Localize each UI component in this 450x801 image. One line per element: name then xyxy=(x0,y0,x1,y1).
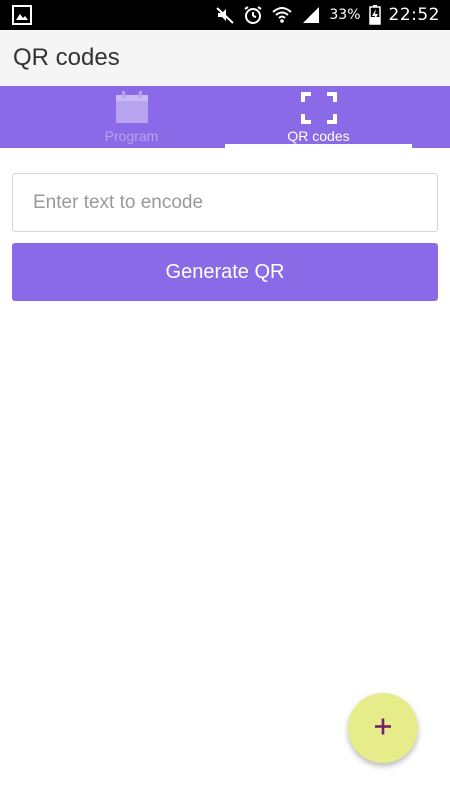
signal-icon xyxy=(301,5,321,25)
page-title: QR codes xyxy=(13,44,120,71)
tab-program[interactable]: Program xyxy=(38,86,225,148)
plus-icon xyxy=(373,717,393,740)
wifi-icon xyxy=(271,5,293,25)
tab-bar: Program QR codes xyxy=(0,86,450,148)
image-icon xyxy=(12,5,32,25)
tab-program-label: Program xyxy=(104,128,159,144)
app-bar: QR codes xyxy=(0,30,450,86)
tab-qr-codes-label: QR codes xyxy=(287,128,350,144)
encode-text-input[interactable] xyxy=(12,173,438,232)
tab-indicator xyxy=(225,144,412,148)
battery-percent: 33% xyxy=(329,7,361,23)
add-fab-button[interactable] xyxy=(348,693,418,763)
battery-charging-icon xyxy=(368,5,381,25)
calendar-icon xyxy=(114,91,150,130)
generate-qr-button[interactable]: Generate QR xyxy=(12,243,438,301)
clock: 22:52 xyxy=(388,5,440,25)
mute-icon xyxy=(215,5,235,25)
scan-frame-icon xyxy=(300,91,337,130)
status-bar: 33% 22:52 xyxy=(0,0,450,30)
alarm-icon xyxy=(243,5,263,25)
tab-qr-codes[interactable]: QR codes xyxy=(225,86,412,148)
